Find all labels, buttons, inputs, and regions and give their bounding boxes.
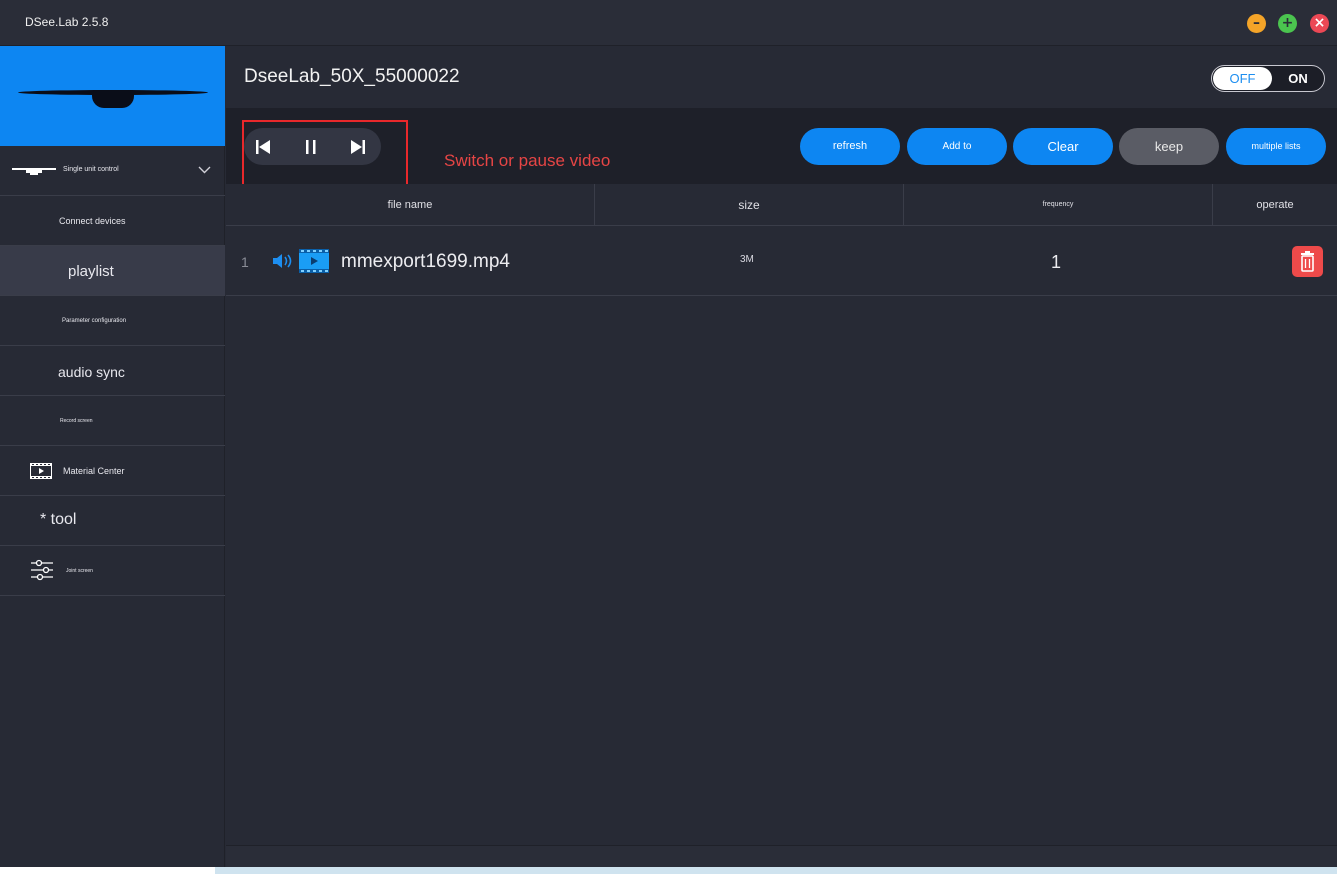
sidebar-item-parameter-configuration[interactable]: Parameter configuration [0,296,225,346]
device-banner-image [0,46,225,146]
multiple-lists-button[interactable]: multiple lists [1226,128,1326,165]
chevron-down-icon[interactable] [198,166,211,174]
speaker-icon[interactable] [272,253,294,269]
table-row[interactable]: 1 mmexport1699.mp4 3M 1 [226,226,1337,296]
sidebar-item-label: audio sync [58,364,125,380]
sidebar-section-label: Single unit control [63,166,119,173]
column-header-frequency[interactable]: frequency [904,184,1213,226]
film-icon [30,463,52,479]
sidebar-item-tool[interactable]: * tool [0,496,225,546]
toggle-on-label: ON [1288,71,1308,86]
app-title: DSee.Lab 2.5.8 [25,15,109,29]
sidebar-item-label: playlist [68,263,114,280]
sliders-icon [31,559,53,581]
sidebar-item-label: Record screen [60,418,93,424]
toggle-off-label: OFF [1213,67,1272,90]
monitor-icon [12,168,56,175]
annotation-text: Switch or pause video [444,151,611,170]
video-file-icon [299,249,329,273]
main-header: DseeLab_50X_55000022 OFF ON [226,46,1337,108]
toolbar: Switch or pause video refresh Add to Cle… [226,108,1337,186]
sidebar-item-label: Joint screen [66,568,93,574]
sidebar-item-label: * tool [40,511,77,528]
row-frequency: 1 [1051,252,1062,272]
os-taskbar [0,867,1337,874]
sidebar-item-label: Material Center [63,466,125,476]
delete-button[interactable] [1292,246,1323,277]
sidebar-item-playlist[interactable]: playlist [0,246,225,296]
sidebar-item-joint-screen[interactable]: Joint screen [0,546,225,596]
sidebar-section-single-unit-control[interactable]: Single unit control [0,146,225,196]
device-name: DseeLab_50X_55000022 [244,66,460,87]
column-header-operate: operate [1256,199,1294,211]
add-to-button[interactable]: Add to [907,128,1007,165]
trash-icon [1301,251,1314,272]
refresh-button[interactable]: refresh [800,128,900,165]
sidebar-item-record-screen[interactable]: Record screen [0,396,225,446]
table-header: file name size frequency operate [226,184,1337,226]
taskbar-segment [0,867,215,874]
close-icon[interactable]: × [1310,14,1329,33]
clear-button[interactable]: Clear [1013,128,1113,165]
maximize-icon[interactable]: + [1278,14,1297,33]
status-footer [226,845,1337,867]
title-bar: DSee.Lab 2.5.8 – + × [0,0,1337,46]
annotation-highlight-box [242,120,408,186]
sidebar-item-label: Parameter configuration [62,318,127,324]
sidebar-item-audio-sync[interactable]: audio sync [0,346,225,396]
sidebar-item-material-center[interactable]: Material Center [0,446,225,496]
column-header-size[interactable]: size [595,184,904,226]
sidebar-item-label: Connect devices [59,216,126,226]
row-file-name: mmexport1699.mp4 [341,251,510,272]
row-index: 1 [241,254,249,270]
row-size: 3M [740,254,754,265]
fan-hub-graphic [92,94,134,108]
power-toggle[interactable]: OFF ON [1211,65,1325,92]
sidebar-item-connect-devices[interactable]: Connect devices [0,196,225,246]
keep-button[interactable]: keep [1119,128,1219,165]
sidebar: Single unit control Connect devices play… [0,46,225,874]
column-header-file-name[interactable]: file name [226,184,595,226]
minimize-icon[interactable]: – [1247,14,1266,33]
